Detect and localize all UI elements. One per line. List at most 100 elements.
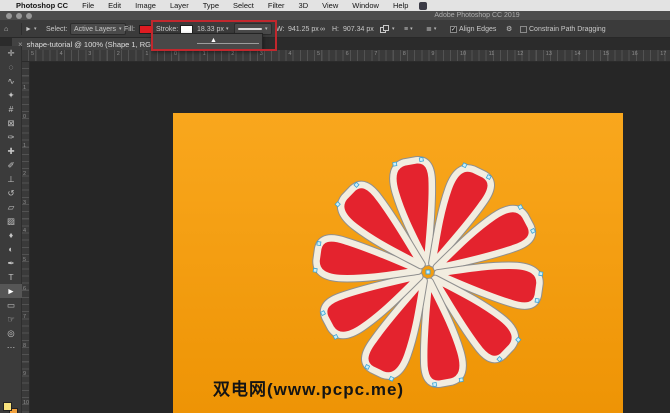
path-options-gear-icon[interactable]: ⚙ bbox=[506, 25, 512, 33]
path-selection-tool[interactable]: ► bbox=[0, 284, 22, 298]
macos-menu-bar: Photoshop CCFileEditImageLayerTypeSelect… bbox=[0, 0, 670, 11]
menu-item-window[interactable]: Window bbox=[345, 1, 386, 10]
ruler-label: 7 bbox=[23, 314, 26, 320]
move-tool[interactable]: ✛ bbox=[0, 46, 22, 60]
gradient-tool[interactable]: ▨ bbox=[0, 214, 22, 228]
ruler-label: 1 bbox=[145, 51, 148, 57]
width-value[interactable]: 941.25 px bbox=[288, 26, 319, 33]
zoom-tool[interactable]: ◎ bbox=[0, 326, 22, 340]
history-brush-tool[interactable]: ↺ bbox=[0, 186, 22, 200]
ruler-label: 2 bbox=[23, 171, 26, 177]
ruler-label: 1 bbox=[23, 143, 26, 149]
menu-item-photoshop-cc[interactable]: Photoshop CC bbox=[16, 1, 75, 10]
slider-handle-icon[interactable]: ▲ bbox=[210, 37, 217, 44]
center-anchor-point[interactable] bbox=[426, 270, 430, 274]
width-label: W: bbox=[276, 26, 284, 33]
anchor-point[interactable] bbox=[535, 298, 539, 302]
flower-shape[interactable] bbox=[173, 113, 623, 413]
menu-item-image[interactable]: Image bbox=[128, 1, 163, 10]
color-swatches[interactable] bbox=[3, 402, 19, 413]
menu-item-help[interactable]: Help bbox=[386, 1, 415, 10]
ruler-label: 1 bbox=[23, 85, 26, 91]
anchor-point[interactable] bbox=[313, 268, 317, 272]
chevron-down-icon: ▾ bbox=[434, 26, 437, 32]
brush-tool[interactable]: ✐ bbox=[0, 158, 22, 172]
stroke-width-dropdown-icon[interactable]: ▾ bbox=[226, 26, 229, 32]
menubar-status-icon[interactable] bbox=[419, 2, 427, 10]
home-icon: ⌂ bbox=[4, 26, 8, 33]
select-mode-value: Active Layers bbox=[74, 26, 116, 33]
window-minimize-button[interactable] bbox=[16, 13, 22, 19]
menu-item-3d[interactable]: 3D bbox=[292, 1, 316, 10]
path-alignment-button[interactable]: ≡ ▾ bbox=[404, 20, 413, 38]
menu-item-layer[interactable]: Layer bbox=[163, 1, 196, 10]
ruler-label: 4 bbox=[288, 51, 291, 57]
ruler-label: 1 bbox=[203, 51, 206, 57]
anchor-point[interactable] bbox=[539, 272, 543, 276]
tool-preset-button[interactable]: ► ▾ bbox=[25, 20, 36, 38]
edit-toolbar[interactable]: ⋯ bbox=[0, 340, 22, 354]
menu-items: Photoshop CCFileEditImageLayerTypeSelect… bbox=[16, 1, 415, 10]
fill-color-swatch[interactable] bbox=[139, 25, 152, 34]
solid-line-icon bbox=[238, 28, 262, 30]
anchor-point[interactable] bbox=[419, 157, 423, 161]
anchor-point[interactable] bbox=[317, 242, 321, 246]
tool-options-bar: ⌂ ► ▾ Select: Active Layers ▾ Fill: Stro… bbox=[0, 20, 670, 38]
menu-item-file[interactable]: File bbox=[75, 1, 101, 10]
quick-selection-tool[interactable]: ✦ bbox=[0, 88, 22, 102]
ruler-label: 9 bbox=[23, 371, 26, 377]
anchor-point[interactable] bbox=[393, 162, 397, 166]
path-arrangement-button[interactable]: ≣ ▾ bbox=[426, 20, 436, 38]
foreground-color-swatch[interactable] bbox=[3, 402, 12, 411]
pen-tool[interactable]: ✒ bbox=[0, 256, 22, 270]
ruler-label: 0 bbox=[174, 51, 177, 57]
stroke-width-value[interactable]: 18.33 px bbox=[197, 26, 224, 33]
blur-tool[interactable]: ♦ bbox=[0, 228, 22, 242]
tools-panel: ✛◌∿✦#⊠✑✚✐⊥↺▱▨♦◐✒T►▭☞◎⋯ ◧ ▣ bbox=[0, 46, 22, 413]
height-value[interactable]: 907.34 px bbox=[343, 26, 374, 33]
vertical-ruler[interactable]: 1012345678910 bbox=[22, 62, 30, 413]
ruler-label: 5 bbox=[317, 51, 320, 57]
menu-item-view[interactable]: View bbox=[315, 1, 345, 10]
document-canvas[interactable]: 双电网(www.pcpc.me) bbox=[173, 113, 623, 413]
frame-tool[interactable]: ⊠ bbox=[0, 116, 22, 130]
ruler-label: 16 bbox=[632, 51, 638, 57]
menu-item-filter[interactable]: Filter bbox=[261, 1, 292, 10]
ruler-label: 11 bbox=[489, 51, 495, 57]
anchor-point[interactable] bbox=[433, 382, 437, 386]
clone-stamp-tool[interactable]: ⊥ bbox=[0, 172, 22, 186]
select-mode-dropdown[interactable]: Active Layers ▾ bbox=[70, 23, 126, 35]
chevron-down-icon: ▾ bbox=[119, 26, 122, 32]
home-button[interactable]: ⌂ bbox=[4, 20, 8, 38]
window-close-button[interactable] bbox=[6, 13, 12, 19]
ruler-label: 8 bbox=[23, 343, 26, 349]
window-zoom-button[interactable] bbox=[26, 13, 32, 19]
ruler-label: 5 bbox=[31, 51, 34, 57]
hand-tool[interactable]: ☞ bbox=[0, 312, 22, 326]
menu-item-select[interactable]: Select bbox=[226, 1, 261, 10]
menu-item-edit[interactable]: Edit bbox=[101, 1, 128, 10]
constrain-path-dragging-checkbox[interactable] bbox=[520, 26, 527, 33]
menu-item-type[interactable]: Type bbox=[196, 1, 226, 10]
align-edges-checkbox[interactable]: ✓ bbox=[450, 26, 457, 33]
chevron-down-icon: ▾ bbox=[392, 26, 395, 32]
anchor-point[interactable] bbox=[459, 378, 463, 382]
slider-track[interactable] bbox=[197, 43, 259, 44]
link-dimensions-icon[interactable]: ∞ bbox=[320, 26, 325, 33]
chevron-down-icon: ▾ bbox=[265, 26, 268, 32]
dodge-tool[interactable]: ◐ bbox=[0, 242, 22, 256]
eyedropper-tool[interactable]: ✑ bbox=[0, 130, 22, 144]
path-operations-button[interactable]: ▾ bbox=[380, 20, 395, 38]
horizontal-ruler[interactable]: 5432101234567891011121314151617 bbox=[22, 50, 670, 62]
shape-tool[interactable]: ▭ bbox=[0, 298, 22, 312]
healing-brush-tool[interactable]: ✚ bbox=[0, 144, 22, 158]
stroke-width-popup: ▲ bbox=[152, 33, 263, 50]
ruler-label: 14 bbox=[574, 51, 580, 57]
marquee-tool[interactable]: ◌ bbox=[0, 60, 22, 74]
crop-tool[interactable]: # bbox=[0, 102, 22, 116]
eraser-tool[interactable]: ▱ bbox=[0, 200, 22, 214]
type-tool[interactable]: T bbox=[0, 270, 22, 284]
lasso-tool[interactable]: ∿ bbox=[0, 74, 22, 88]
ruler-label: 12 bbox=[517, 51, 523, 57]
path-operations-icon bbox=[380, 25, 390, 34]
